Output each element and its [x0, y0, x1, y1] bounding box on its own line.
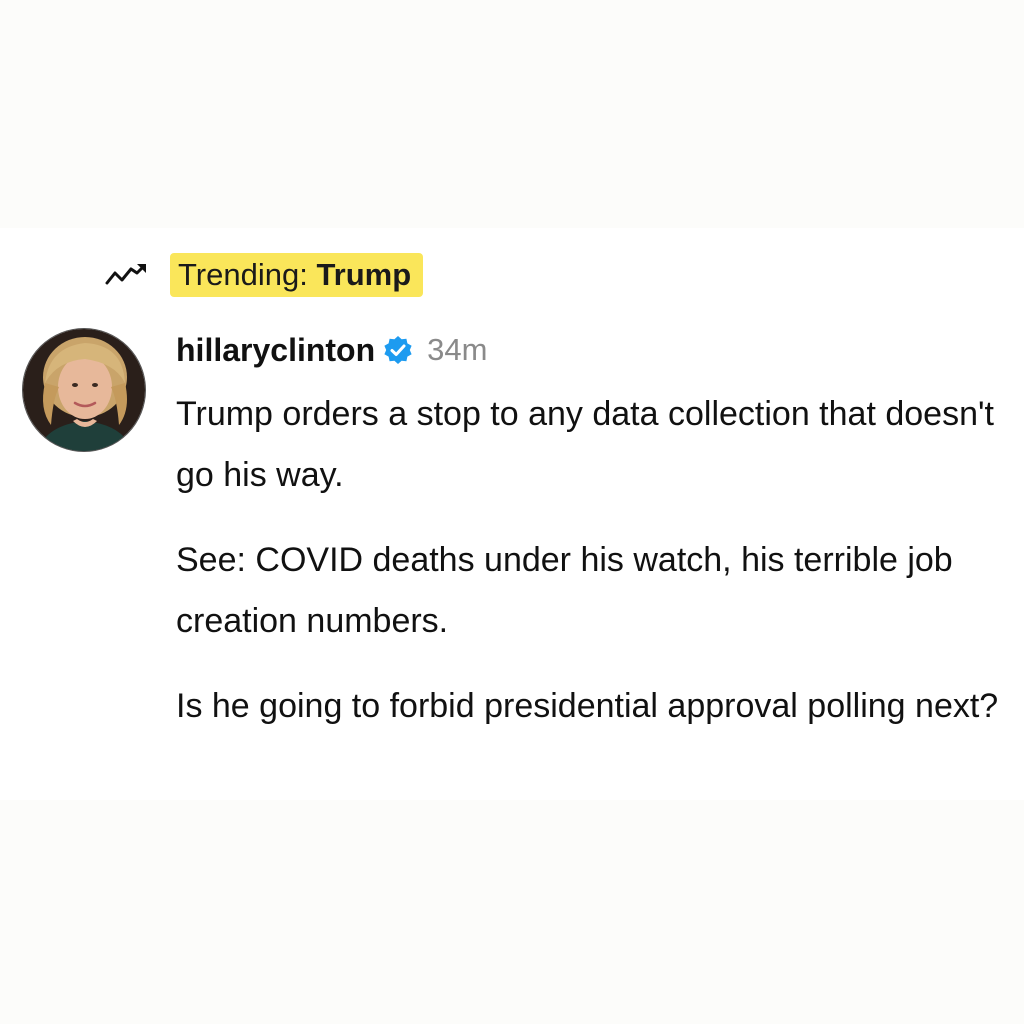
trending-prefix: Trending: — [178, 257, 317, 292]
trending-highlight[interactable]: Trending: Trump — [170, 253, 424, 297]
top-background — [0, 0, 1024, 228]
verified-badge-icon — [383, 334, 415, 366]
username-link[interactable]: hillaryclinton — [176, 332, 375, 369]
post-body: Trump orders a stop to any data collecti… — [176, 384, 1016, 761]
trending-label[interactable]: Trending: Trump — [104, 252, 424, 298]
bottom-background — [0, 800, 1024, 1024]
trending-up-arrow-icon — [104, 260, 152, 290]
trending-topic: Trump — [316, 257, 412, 292]
post-header: hillaryclinton 34m — [176, 328, 487, 372]
post-timestamp[interactable]: 34m — [427, 332, 487, 368]
avatar[interactable] — [22, 328, 146, 452]
post-paragraph: Trump orders a stop to any data collecti… — [176, 395, 994, 494]
post-paragraph: See: COVID deaths under his watch, his t… — [176, 541, 953, 640]
post-paragraph: Is he going to forbid presidential appro… — [176, 687, 999, 725]
